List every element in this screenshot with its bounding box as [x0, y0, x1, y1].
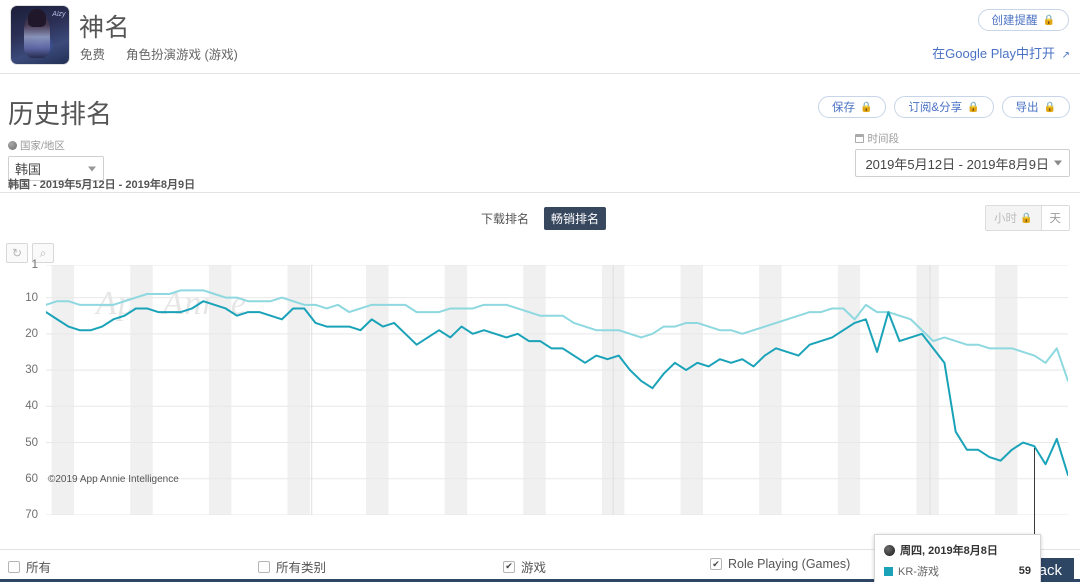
checkbox-label: 所有: [26, 561, 52, 575]
external-link-icon: ↗: [1061, 50, 1070, 61]
checkbox-games[interactable]: 游戏: [503, 557, 546, 576]
date-label-row: 时间段: [855, 131, 1070, 146]
historical-ranking-page: Alzy 神名 免费 角色扮演游戏 (游戏) 创建提醒 🔒 在Google Pl…: [0, 0, 1080, 582]
section-header: 历史排名 国家/地区 韩国 韩国 - 2019年5月12日 - 2019年8月9…: [0, 74, 1080, 192]
granularity-hour[interactable]: 小时 🔒: [986, 206, 1041, 230]
reset-icon[interactable]: ↻: [6, 243, 28, 263]
app-icon-watermark: Alzy: [52, 10, 66, 18]
export-label: 导出: [1015, 102, 1039, 114]
y-axis-tick: 50: [25, 436, 38, 449]
export-button[interactable]: 导出 🔒: [1001, 96, 1070, 118]
chart-copyright: ©2019 App Annie Intelligence: [48, 474, 179, 485]
series-line: [46, 300, 1068, 477]
chart-toggle-row: 下载排名 畅销排名: [0, 207, 1080, 231]
checkbox-box: [258, 560, 270, 573]
y-axis-tick: 60: [25, 472, 38, 485]
checkbox-label: 所有类别: [276, 561, 327, 575]
checkbox-role-playing[interactable]: Role Playing (Games): [710, 557, 850, 571]
country-label-row: 国家/地区: [8, 138, 104, 153]
checkbox-all-categories[interactable]: 所有类别: [258, 557, 326, 576]
lock-icon: 🔒: [967, 101, 980, 113]
chart-svg: [46, 265, 1068, 515]
weekend-band: [366, 265, 389, 515]
checkbox-box: [8, 560, 20, 573]
tooltip-date: 周四, 2019年8月8日: [900, 545, 998, 557]
app-title: 神名: [79, 14, 131, 42]
country-label: 国家/地区: [20, 140, 65, 152]
country-filter: 国家/地区 韩国: [8, 138, 104, 181]
weekend-band: [995, 265, 1018, 515]
globe-icon: [884, 544, 895, 556]
chart-panel: 下载排名 畅销排名 小时 🔒 天 ↻ ⌕ 1 10 20 30 40 50 60 70 App…: [0, 192, 1080, 582]
y-axis-tick: 10: [25, 291, 38, 304]
y-axis-tick: 30: [25, 364, 38, 377]
google-play-label: 在Google Play中打开: [932, 46, 1055, 61]
app-price: 免费: [80, 48, 106, 62]
granularity-day[interactable]: 天: [1040, 206, 1069, 230]
rank-chart-plot[interactable]: App Annie: [46, 265, 1068, 515]
app-icon-hair: [28, 9, 46, 27]
weekend-band: [759, 265, 782, 515]
weekend-band: [837, 265, 861, 515]
lock-icon: 🔒: [1042, 14, 1055, 26]
tab-download-rank[interactable]: 下载排名: [474, 207, 536, 230]
granularity-day-label: 天: [1049, 213, 1062, 225]
date-range-select[interactable]: 2019年5月12日 - 2019年8月9日: [855, 149, 1070, 177]
weekend-band: [523, 265, 546, 515]
checkbox-box: [503, 560, 515, 573]
granularity-toggle: 小时 🔒 天: [985, 205, 1070, 231]
weekend-band: [916, 265, 939, 515]
y-axis-tick: 40: [25, 400, 38, 413]
chart-tools: ↻ ⌕: [6, 243, 54, 263]
tooltip-series-name: KR-游戏: [898, 566, 939, 578]
chevron-down-icon: [1054, 160, 1062, 166]
range-caption: 韩国 - 2019年5月12日 - 2019年8月9日: [8, 179, 196, 191]
lock-icon: 🔒: [1020, 212, 1033, 224]
page-title: 历史排名: [8, 99, 113, 129]
date-label: 时间段: [867, 133, 899, 145]
save-label: 保存: [831, 102, 855, 114]
lock-icon: 🔒: [1043, 101, 1056, 113]
chart-tooltip: 周四, 2019年8月8日 KR-游戏 59 KR-Role Playing (…: [874, 534, 1041, 582]
tooltip-header: 周四, 2019年8月8日: [884, 542, 1031, 558]
y-axis-tick: 1: [31, 259, 38, 271]
app-header: Alzy 神名 免费 角色扮演游戏 (游戏) 创建提醒 🔒 在Google Pl…: [0, 0, 1080, 74]
create-alert-label: 创建提醒: [991, 15, 1038, 27]
rank-type-toggle: 下载排名 畅销排名: [474, 207, 607, 230]
granularity-hour-label: 小时: [994, 213, 1018, 225]
date-range-value: 2019年5月12日 - 2019年8月9日: [865, 156, 1049, 172]
section-action-buttons: 保存 🔒 订阅&分享 🔒 导出 🔒: [817, 96, 1070, 118]
globe-icon: [8, 141, 17, 150]
create-alert-button[interactable]: 创建提醒 🔒: [977, 9, 1069, 31]
app-category: 角色扮演游戏 (游戏): [125, 48, 238, 62]
tooltip-row: KR-游戏 59: [884, 563, 1031, 579]
calendar-icon: [855, 134, 865, 143]
y-axis-labels: 1 10 20 30 40 50 60 70: [0, 259, 42, 521]
y-axis-tick: 70: [25, 509, 38, 521]
checkbox-label: 游戏: [521, 561, 547, 575]
tab-grossing-rank[interactable]: 畅销排名: [544, 207, 607, 230]
subscribe-share-label: 订阅&分享: [908, 102, 963, 114]
checkbox-label: Role Playing (Games): [728, 557, 851, 571]
series-swatch-dark: [884, 566, 893, 576]
weekend-band: [444, 265, 468, 515]
checkbox-box: [710, 558, 722, 570]
save-button[interactable]: 保存 🔒: [817, 96, 887, 118]
chevron-down-icon: [88, 166, 96, 171]
google-play-link[interactable]: 在Google Play中打开 ↗: [932, 43, 1070, 62]
tooltip-series-value: 59: [1018, 565, 1031, 577]
lock-icon: 🔒: [859, 101, 873, 113]
app-icon: Alzy: [11, 6, 69, 64]
app-meta: 免费 角色扮演游戏 (游戏): [80, 44, 238, 63]
checkbox-all[interactable]: 所有: [8, 557, 51, 576]
weekend-band: [680, 265, 703, 515]
weekend-band: [208, 265, 232, 515]
subscribe-share-button[interactable]: 订阅&分享 🔒: [894, 96, 994, 118]
date-range-filter: 时间段 2019年5月12日 - 2019年8月9日: [855, 131, 1070, 177]
y-axis-tick: 20: [25, 327, 38, 340]
